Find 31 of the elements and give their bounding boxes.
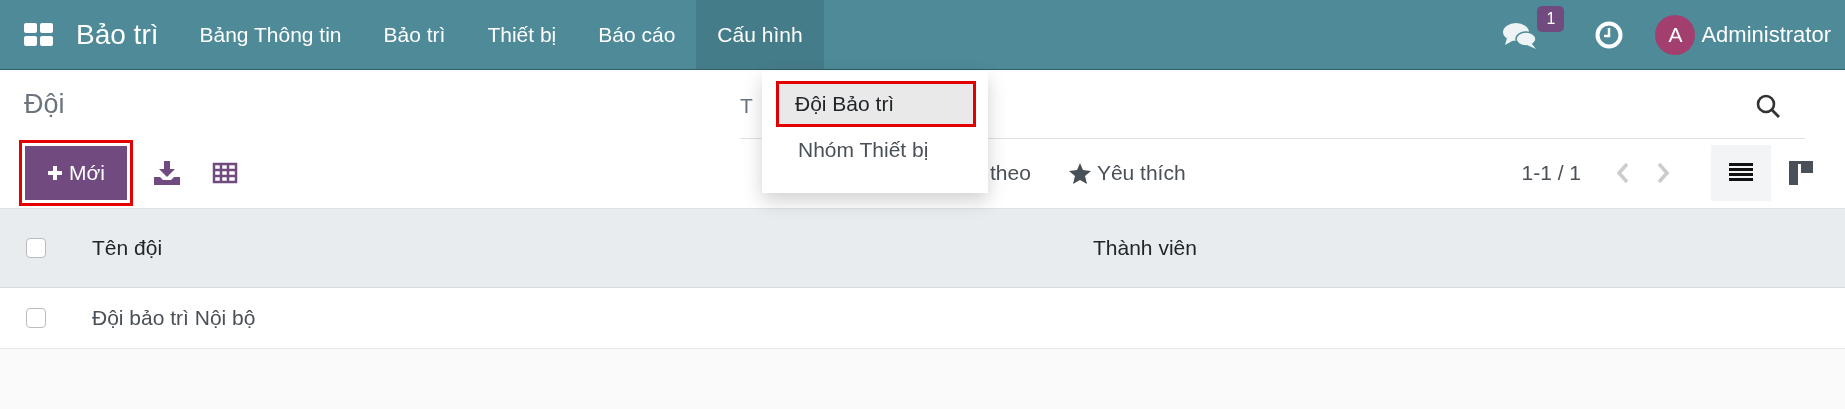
plus-icon (47, 165, 64, 181)
pager-value[interactable]: 1-1 / 1 (1521, 161, 1581, 185)
page-title: Đội (24, 88, 66, 120)
new-button[interactable]: Mới (22, 143, 130, 203)
column-header[interactable]: Thành viên (1093, 236, 1197, 260)
download-icon[interactable] (154, 161, 180, 185)
app-name[interactable]: Bảo trì (76, 18, 159, 51)
select-all-checkbox[interactable] (26, 238, 46, 258)
table-cell-text: Đội bảo trì Nội bộ (92, 306, 257, 330)
clock-icon[interactable] (1595, 20, 1624, 49)
apps-menu-icon[interactable] (24, 22, 54, 47)
spreadsheet-icon[interactable] (212, 161, 238, 185)
view-switch-button[interactable] (1711, 145, 1771, 201)
kanban-view-icon (1789, 161, 1813, 185)
search-icon[interactable] (1755, 92, 1781, 119)
chat-icon[interactable] (1503, 21, 1538, 50)
message-count-badge: 1 (1537, 5, 1565, 32)
list-view-icon (1729, 162, 1753, 184)
dropdown-item[interactable]: Đội Bảo trì (776, 81, 976, 127)
menu-item[interactable]: Bảng Thông tin (178, 0, 363, 69)
star-icon (1068, 162, 1091, 184)
favorites-button[interactable]: Yêu thích (1068, 161, 1186, 185)
menu-item[interactable]: Báo cáo (577, 0, 697, 69)
menu-item[interactable]: Thiết bị (466, 0, 578, 69)
group-by-button[interactable]: theo (990, 161, 1031, 185)
user-name[interactable]: Administrator (1701, 21, 1831, 48)
menu-item[interactable]: Cấu hình (696, 0, 824, 69)
menu-item[interactable]: Bảo trì (362, 0, 467, 69)
row-checkbox[interactable] (26, 308, 46, 328)
column-header[interactable]: Tên đội (92, 236, 1093, 260)
user-avatar[interactable]: A (1655, 14, 1696, 55)
